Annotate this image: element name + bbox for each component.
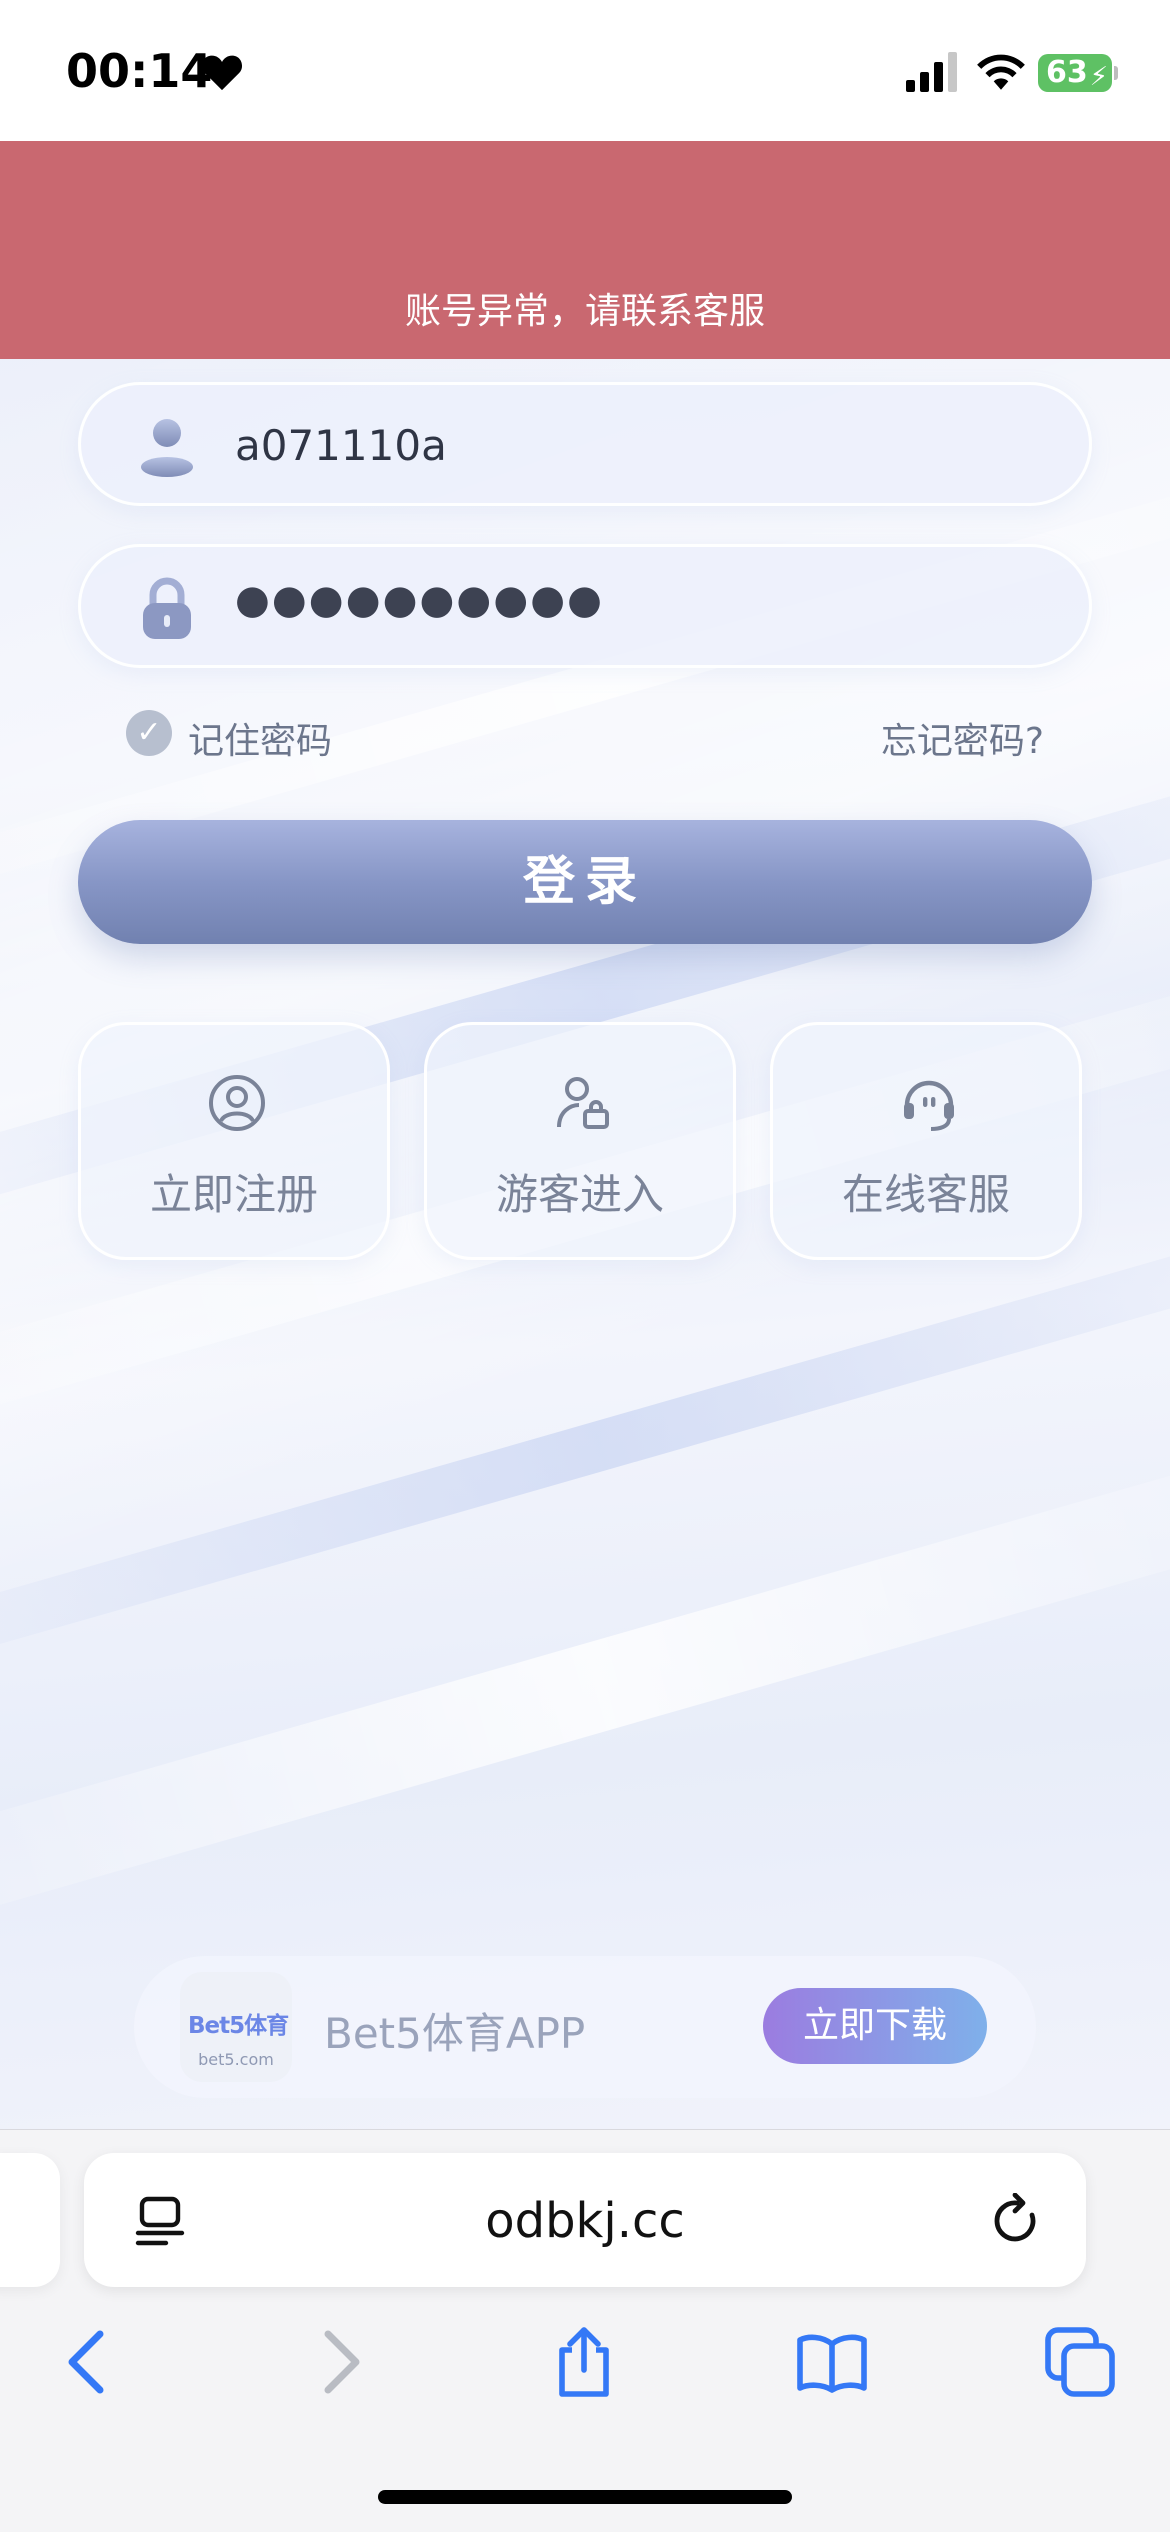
guest-label: 游客进入 bbox=[495, 1170, 664, 1219]
app-logo: Bet5体育 bet5.com bbox=[180, 1972, 292, 2082]
download-button[interactable]: 立即下载 bbox=[763, 1988, 987, 2064]
headset-icon bbox=[904, 1080, 954, 1131]
app-download-banner: Bet5体育 bet5.com Bet5体育APP 立即下载 bbox=[134, 1956, 1036, 2098]
bookmarks-icon[interactable] bbox=[796, 2326, 868, 2398]
user-circle-icon bbox=[209, 1075, 265, 1131]
support-card[interactable]: 在线客服 bbox=[770, 1022, 1082, 1260]
wifi-icon bbox=[977, 54, 1025, 90]
register-card[interactable]: 立即注册 bbox=[78, 1022, 390, 1260]
login-button[interactable]: 登录 bbox=[78, 820, 1092, 944]
status-time: 00:14 bbox=[66, 44, 213, 98]
username-value: a071110a bbox=[235, 421, 447, 470]
address-bar[interactable]: odbkj.cc bbox=[84, 2153, 1086, 2287]
share-icon[interactable] bbox=[548, 2326, 620, 2398]
password-mask: ●●●●●●●●●● bbox=[235, 577, 605, 623]
status-bar: 00:14 63 ⚡ bbox=[0, 0, 1170, 141]
cellular-signal-icon bbox=[906, 52, 957, 92]
heart-icon bbox=[201, 55, 243, 91]
tabs-icon[interactable] bbox=[1044, 2326, 1116, 2398]
password-field[interactable]: ●●●●●●●●●● bbox=[78, 544, 1092, 668]
url-text: odbkj.cc bbox=[485, 2193, 685, 2249]
app-logo-domain: bet5.com bbox=[198, 2050, 274, 2069]
back-icon[interactable] bbox=[52, 2326, 124, 2398]
guest-user-icon bbox=[557, 1077, 609, 1129]
register-label: 立即注册 bbox=[149, 1170, 318, 1219]
forgot-password-link[interactable]: 忘记密码? bbox=[881, 712, 1044, 764]
checkmark-icon[interactable]: ✓ bbox=[126, 710, 172, 756]
alert-message: 账号异常，请联系客服 bbox=[404, 291, 765, 332]
user-icon bbox=[141, 419, 193, 477]
lock-icon bbox=[143, 577, 191, 639]
remember-label: 记住密码 bbox=[188, 721, 333, 762]
home-indicator bbox=[378, 2490, 792, 2504]
app-logo-text: Bet5体育 bbox=[188, 2013, 289, 2039]
bg-streak bbox=[0, 1422, 1170, 1950]
battery-level: 63 bbox=[1046, 55, 1088, 90]
app-name: Bet5体育APP bbox=[324, 2009, 586, 2058]
battery-indicator: 63 ⚡ bbox=[1038, 54, 1118, 92]
forward-icon[interactable] bbox=[304, 2326, 376, 2398]
support-label: 在线客服 bbox=[841, 1170, 1010, 1219]
previous-tab-preview[interactable] bbox=[0, 2153, 60, 2287]
reload-icon[interactable] bbox=[990, 2193, 1044, 2249]
username-field[interactable]: a071110a bbox=[78, 382, 1092, 506]
guest-card[interactable]: 游客进入 bbox=[424, 1022, 736, 1260]
charging-bolt-icon: ⚡ bbox=[1089, 62, 1108, 92]
